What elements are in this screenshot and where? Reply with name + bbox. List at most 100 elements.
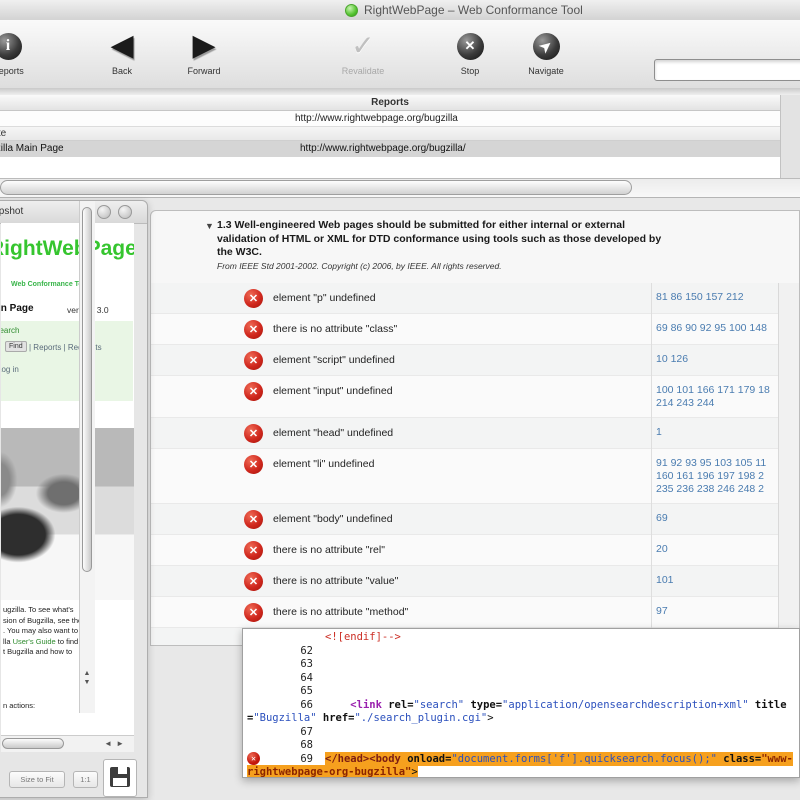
error-row[interactable]: ✕ there is no attribute "class" 69 86 90… xyxy=(151,314,799,345)
code-line-number: 68 xyxy=(300,739,313,751)
forward-button-label: Forward xyxy=(187,66,221,76)
error-row[interactable]: ✕ there is no attribute "rel" 20 xyxy=(151,535,799,566)
preview-vertical-scrollbar[interactable] xyxy=(79,201,95,713)
navigate-icon: ➤ xyxy=(532,32,560,60)
save-snapshot-button[interactable] xyxy=(103,759,137,797)
reports-button[interactable]: i Reports xyxy=(0,28,44,76)
error-row[interactable]: ✕ element "p" undefined 81 86 150 157 21… xyxy=(151,283,799,314)
panel-window-button-icon[interactable] xyxy=(97,205,111,219)
code-line-number: 64 xyxy=(300,671,313,684)
preview-page-title: Bugzilla Main Page xyxy=(1,303,34,314)
error-icon: ✕ xyxy=(244,289,263,308)
preview-logo: RightWebPage xyxy=(1,237,134,260)
code-line[interactable]: 62 xyxy=(247,645,797,659)
rule-description: Well-engineered Web pages should be subm… xyxy=(217,219,662,258)
source-code-panel: <![endif]--> 62 63 64 65 66 <link rel="s… xyxy=(242,628,800,778)
code-line[interactable]: 63 xyxy=(247,658,797,672)
site-url-row[interactable]: http://www.rightwebpage.org/bugzilla xyxy=(0,111,780,127)
error-row[interactable]: ✕ element "li" undefined 91 92 93 95 103… xyxy=(151,449,799,504)
one-to-one-button[interactable]: 1:1 xyxy=(73,771,98,788)
revalidate-button-label: Revalidate xyxy=(341,66,385,76)
back-button-label: Back xyxy=(111,66,132,76)
check-icon: ✓ xyxy=(351,30,375,61)
navigate-button-label: Navigate xyxy=(528,66,564,76)
preview-quicksearch-link: Quicksearch xyxy=(1,326,20,335)
back-button[interactable]: ◀ Back xyxy=(86,28,158,77)
error-icon: ✕ xyxy=(244,455,263,474)
error-row[interactable]: ✕ there is no attribute "method" 97 xyxy=(151,597,799,628)
error-icon: ✕ xyxy=(244,320,263,339)
snapshot-panel: Snapshot RightWebPage Web Conformance To… xyxy=(0,200,148,798)
back-icon: ◀ xyxy=(110,29,134,62)
error-row[interactable]: ✕ element "script" undefined 10 126 xyxy=(151,345,799,376)
error-icon: ✕ xyxy=(244,541,263,560)
navigate-button[interactable]: ➤ Navigate xyxy=(510,28,582,76)
error-row[interactable]: ✕ there is no attribute "value" 101 xyxy=(151,566,799,597)
revalidate-button[interactable]: ✓ Revalidate xyxy=(327,28,399,77)
conformance-results-panel: ▼ 1.3 Well-engineered Web pages should b… xyxy=(150,210,800,646)
reports-button-label: Reports xyxy=(0,66,24,76)
error-row[interactable]: ✕ element "input" undefined 100 101 166 … xyxy=(151,376,799,418)
report-url-cell: http://www.rightwebpage.org/bugzilla/ xyxy=(300,143,466,154)
code-line[interactable]: 69 </head><body onload="document.forms['f… xyxy=(247,751,797,777)
forward-button[interactable]: ▶ Forward xyxy=(168,28,240,77)
site-column-label: Site xyxy=(0,128,7,139)
toolbar: i Reports ◀ Back ▶ Forward ✓ Revalidate … xyxy=(0,20,800,89)
rule-heading[interactable]: ▼ 1.3 Well-engineered Web pages should b… xyxy=(151,211,799,284)
stop-icon: ✕ xyxy=(456,32,484,60)
panel-window-button-icon[interactable] xyxy=(118,205,132,219)
preview-ant-photo xyxy=(1,428,134,600)
info-icon: i xyxy=(0,32,22,60)
code-line-number: 66 xyxy=(300,698,313,711)
preview-paragraph-line: ugzilla. To see what's xyxy=(3,605,74,614)
reports-table-header: Reports xyxy=(0,95,780,111)
app-status-icon xyxy=(345,3,358,17)
preview-paragraph-line: sion of Bugzilla, see the xyxy=(3,615,83,625)
code-line[interactable]: 64 xyxy=(247,672,797,686)
code-line[interactable]: <![endif]--> xyxy=(247,631,797,645)
snapshot-panel-header[interactable]: Snapshot xyxy=(0,201,147,224)
error-icon: ✕ xyxy=(244,572,263,591)
table-horizontal-scrollbar[interactable] xyxy=(0,178,800,198)
error-row[interactable]: ✕ element "body" undefined 69 xyxy=(151,504,799,535)
code-line-content: <![endif]--> xyxy=(325,631,401,643)
preview-quicksearch-box: Quicksearch Find | Reports | Requests Lo… xyxy=(1,321,133,401)
error-badge-icon: ✕ xyxy=(247,752,260,765)
error-message: there is no attribute "class" xyxy=(273,323,398,335)
error-message: element "input" undefined xyxy=(273,385,393,397)
scrollbar-thumb[interactable] xyxy=(0,180,632,195)
code-line-content: <link rel="search" type="application/ope… xyxy=(247,698,787,725)
preview-scroll-arrows-icon[interactable]: ◄► xyxy=(104,739,128,748)
code-line[interactable]: 68 xyxy=(247,739,797,753)
toolbar-separator xyxy=(0,88,800,95)
preview-paragraph-line: lla User's Guide to find xyxy=(3,636,79,646)
size-to-fit-button[interactable]: Size to Fit xyxy=(9,771,65,788)
error-icon: ✕ xyxy=(244,603,263,622)
table-scrollbar-track[interactable] xyxy=(780,95,800,178)
scrollbar-thumb[interactable] xyxy=(82,207,92,572)
floppy-disk-icon xyxy=(110,767,130,787)
rule-text: 1.3 Well-engineered Web pages should be … xyxy=(217,219,669,260)
preview-login-link: Log in xyxy=(1,365,19,374)
code-line[interactable]: 65 xyxy=(247,685,797,699)
url-input[interactable] xyxy=(654,59,800,81)
site-url: http://www.rightwebpage.org/bugzilla xyxy=(295,113,458,124)
report-row-selected[interactable]: Bugzilla Main Page http://www.rightwebpa… xyxy=(0,141,780,157)
preview-horizontal-scrollbar[interactable]: ◄► xyxy=(1,735,134,752)
preview-paragraph-line: t Bugzilla and how to xyxy=(3,647,73,656)
stop-button-label: Stop xyxy=(460,66,480,76)
code-line-number: 62 xyxy=(300,644,313,657)
code-line[interactable]: 67 xyxy=(247,726,797,740)
error-message: there is no attribute "value" xyxy=(273,575,399,587)
preview-scroll-arrows-icon[interactable]: ▲ ▼ xyxy=(80,669,94,687)
results-scrollbar-track[interactable] xyxy=(778,283,799,645)
error-message: there is no attribute "method" xyxy=(273,606,409,618)
disclosure-triangle-icon[interactable]: ▼ xyxy=(205,221,214,231)
snapshot-panel-title: Snapshot xyxy=(0,206,24,217)
scrollbar-thumb[interactable] xyxy=(2,738,64,749)
error-row[interactable]: ✕ element "head" undefined 1 xyxy=(151,418,799,449)
preview-paragraph: ugzilla. To see what's sion of Bugzilla, … xyxy=(3,605,133,658)
stop-button[interactable]: ✕ Stop xyxy=(434,28,506,76)
snapshot-controls: Size to Fit 1:1 xyxy=(1,759,149,799)
code-line[interactable]: 66 <link rel="search" type="application/… xyxy=(247,699,797,726)
